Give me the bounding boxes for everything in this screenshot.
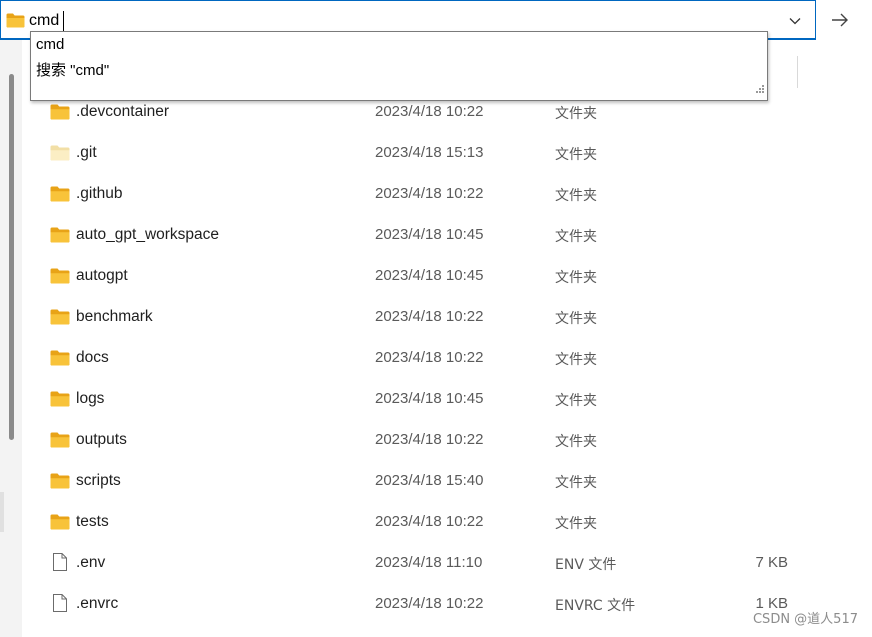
file-date-modified: 2023/4/18 10:22 [375,431,484,448]
search-suggestion-item[interactable]: 搜索 "cmd" [36,59,109,80]
file-name: scripts [76,472,121,489]
file-name: autogpt [76,267,128,284]
file-type: 文件夹 [555,270,597,286]
folder-icon [50,104,70,124]
file-row[interactable]: benchmark 2023/4/18 10:22 文件夹 [30,297,810,337]
file-name: docs [76,349,109,366]
file-date-modified: 2023/4/18 15:40 [375,472,484,489]
go-button[interactable] [822,4,858,36]
folder-icon [50,186,70,206]
file-date-modified: 2023/4/18 11:10 [375,554,483,571]
file-type: 文件夹 [555,352,597,368]
file-row[interactable]: autogpt 2023/4/18 10:45 文件夹 [30,256,810,296]
file-date-modified: 2023/4/18 10:22 [375,349,484,366]
folder-icon [50,473,70,493]
file-row[interactable]: tests 2023/4/18 10:22 文件夹 [30,502,810,542]
folder-icon [50,350,70,370]
file-row[interactable]: .env 2023/4/18 11:10 ENV 文件 7 KB [30,543,810,583]
folder-icon [50,145,70,165]
folder-icon [50,227,70,247]
file-size: 7 KB [755,554,788,571]
file-type: 文件夹 [555,147,597,163]
navigation-pane-scrollbar[interactable] [9,74,14,440]
file-icon [52,552,68,576]
file-type: 文件夹 [555,188,597,204]
file-type: 文件夹 [555,229,597,245]
file-date-modified: 2023/4/18 10:45 [375,226,484,243]
file-name: outputs [76,431,127,448]
file-date-modified: 2023/4/18 10:22 [375,513,484,530]
file-name: tests [76,513,109,530]
file-date-modified: 2023/4/18 15:13 [375,144,484,161]
file-type: ENVRC 文件 [555,598,636,614]
text-caret [63,11,64,31]
file-date-modified: 2023/4/18 10:22 [375,308,484,325]
file-name: .devcontainer [76,103,170,120]
file-date-modified: 2023/4/18 10:22 [375,103,484,120]
column-separator[interactable] [797,56,798,88]
file-date-modified: 2023/4/18 10:45 [375,390,484,407]
address-history-dropdown-button[interactable] [781,9,809,33]
address-autocomplete-popup: cmd 搜索 "cmd" [30,31,768,101]
file-date-modified: 2023/4/18 10:22 [375,185,484,202]
file-type: 文件夹 [555,516,597,532]
file-type: 文件夹 [555,434,597,450]
file-date-modified: 2023/4/18 10:22 [375,595,484,612]
file-name: logs [76,390,105,407]
file-row[interactable]: .envrc 2023/4/18 10:22 ENVRC 文件 1 KB [30,584,810,624]
resize-grip-icon[interactable] [755,79,765,98]
file-name: auto_gpt_workspace [76,226,220,243]
file-row[interactable]: logs 2023/4/18 10:45 文件夹 [30,379,810,419]
file-icon [52,593,68,617]
address-input[interactable] [29,10,769,32]
folder-icon [50,514,70,534]
file-row[interactable]: auto_gpt_workspace 2023/4/18 10:45 文件夹 [30,215,810,255]
navigation-pane-shade [0,492,4,532]
file-name: .git [76,144,97,161]
file-date-modified: 2023/4/18 10:45 [375,267,484,284]
file-name: benchmark [76,308,153,325]
file-type: ENV 文件 [555,557,617,573]
folder-icon [50,391,70,411]
file-name: .github [76,185,123,202]
file-name: .envrc [76,595,119,612]
folder-icon [50,432,70,452]
folder-icon [6,13,25,32]
file-row[interactable]: .git 2023/4/18 15:13 文件夹 [30,133,810,173]
file-row[interactable]: outputs 2023/4/18 10:22 文件夹 [30,420,810,460]
file-type: 文件夹 [555,311,597,327]
watermark: CSDN @道人517 [752,612,858,627]
file-type: 文件夹 [555,475,597,491]
file-row[interactable]: docs 2023/4/18 10:22 文件夹 [30,338,810,378]
folder-icon [50,309,70,329]
chevron-down-icon [789,18,801,25]
file-row[interactable]: scripts 2023/4/18 15:40 文件夹 [30,461,810,501]
file-row[interactable]: .github 2023/4/18 10:22 文件夹 [30,174,810,214]
suggestion-item[interactable]: cmd [36,36,64,53]
folder-icon [50,268,70,288]
file-type: 文件夹 [555,393,597,409]
file-name: .env [76,554,106,571]
file-type: 文件夹 [555,106,597,122]
arrow-right-icon [832,13,848,27]
